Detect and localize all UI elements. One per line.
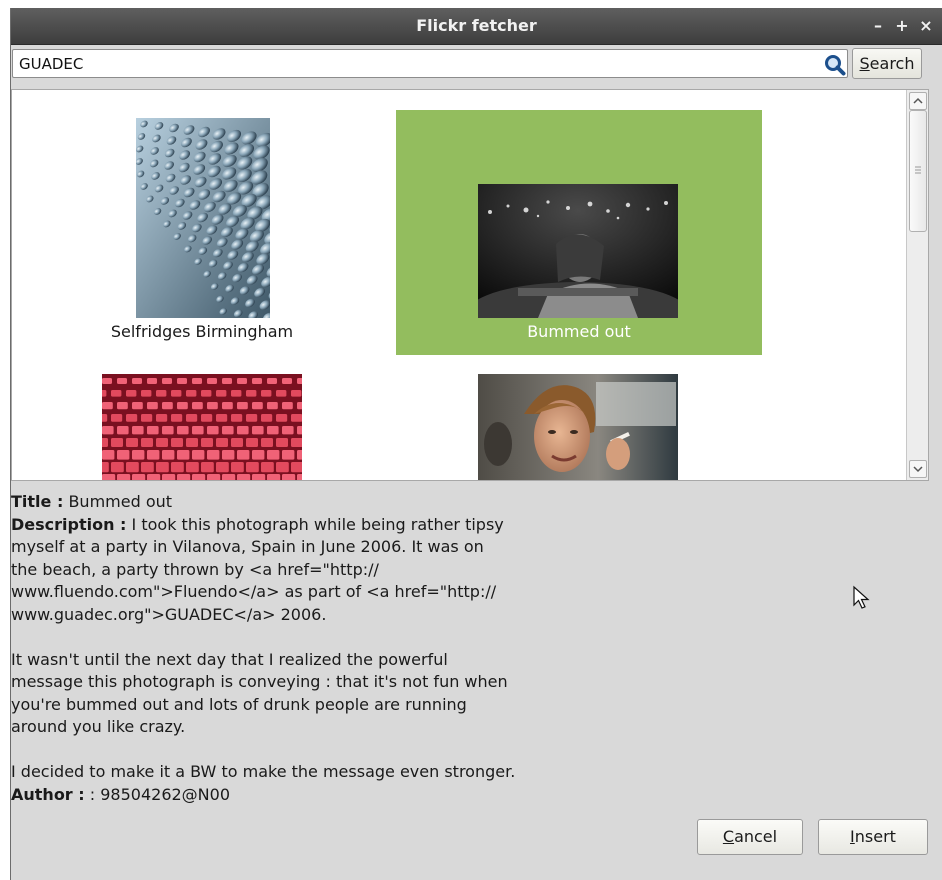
description-line: It wasn't until the next day that I real… — [11, 649, 448, 669]
maximize-button[interactable]: + — [893, 8, 911, 44]
description-line: myself at a party in Vilanova, Spain in … — [11, 537, 484, 556]
gallery-item-selfridges[interactable]: Selfridges Birmingham — [12, 110, 392, 350]
thumbnail-seats — [102, 374, 302, 480]
description-line: I decided to make it a BW to make the me… — [11, 762, 516, 781]
close-button[interactable]: × — [917, 8, 935, 44]
author-line: Author : : 98504262@N00 — [11, 784, 631, 807]
title-bar[interactable]: Flickr fetcher – + × — [11, 8, 942, 45]
gallery-item-caption: Bummed out — [527, 322, 631, 341]
description-line: www.guadec.org">GUADEC</a> 2006. — [11, 604, 327, 624]
scroll-up-arrow[interactable] — [909, 92, 927, 110]
description-line: message this photograph is conveying : t… — [11, 672, 508, 691]
gallery-item-bummed-out[interactable]: Bummed out — [396, 110, 762, 355]
scroll-down-arrow[interactable] — [909, 460, 927, 478]
title-line: Title : Bummed out — [11, 491, 631, 514]
description-line-1: Description : I took this photograph whi… — [11, 514, 631, 537]
search-input[interactable] — [12, 49, 848, 78]
thumbnail-bummed-out — [478, 184, 678, 318]
photo-gallery[interactable]: Selfridges Birmingham Bummed out — [11, 89, 929, 481]
description-line: you're bummed out and lots of drunk peop… — [11, 694, 467, 714]
title-value: Bummed out — [68, 492, 173, 511]
thumbnail-portrait — [478, 374, 678, 480]
minimize-button[interactable]: – — [869, 8, 887, 44]
description-line: around you like crazy. — [11, 717, 186, 736]
photo-details: Title : Bummed out Description : I took … — [11, 491, 631, 806]
description-line: www.fluendo.com">Fluendo</a> as part of … — [11, 582, 497, 601]
chevron-down-icon — [913, 466, 923, 473]
description-text: I took this photograph while being rathe… — [131, 514, 504, 534]
insert-button[interactable]: Insert — [818, 819, 928, 855]
thumbnail-selfridges — [136, 118, 270, 318]
grip-icon — [915, 166, 921, 174]
cancel-button[interactable]: Cancel — [697, 819, 803, 855]
gallery-item-portrait[interactable] — [396, 366, 762, 480]
search-button[interactable]: Search — [852, 48, 922, 79]
description-label: Description : — [11, 514, 127, 534]
author-label: Author : — [11, 784, 85, 804]
chevron-up-icon — [913, 97, 923, 104]
scrollbar-thumb[interactable] — [909, 110, 927, 232]
gallery-item-seats[interactable] — [12, 366, 392, 480]
gallery-scrollbar[interactable] — [906, 90, 928, 480]
search-icon[interactable] — [824, 54, 846, 76]
mouse-pointer-icon — [853, 585, 870, 609]
title-label: Title : — [11, 492, 64, 511]
gallery-item-caption: Selfridges Birmingham — [110, 322, 294, 341]
search-bar: Search — [12, 47, 936, 81]
author-value: : 98504262@N00 — [89, 784, 231, 804]
description-line: the beach, a party thrown by <a href="ht… — [11, 559, 379, 579]
window-title: Flickr fetcher — [416, 16, 537, 35]
